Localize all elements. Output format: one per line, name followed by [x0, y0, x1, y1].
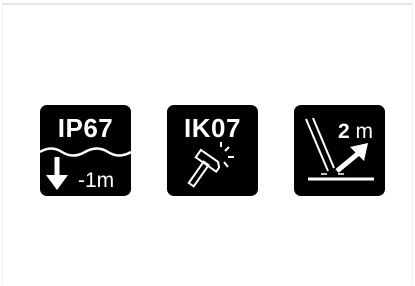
drop-test-badge: 2 m [294, 105, 385, 196]
drop-height-label: 2 m [338, 120, 374, 143]
down-arrow-icon [46, 157, 68, 190]
ip-rating-code: IP67 [57, 113, 114, 143]
ik07-badge: IK07 [167, 105, 258, 196]
canvas: IP67 -1m IK07 2 m [2, 3, 413, 285]
ip-depth-label: -1m [78, 169, 115, 192]
ip67-badge: IP67 -1m [40, 105, 131, 196]
drop-test-icon [305, 117, 374, 181]
up-arrow-icon [335, 143, 368, 173]
ik-rating-code: IK07 [184, 113, 241, 143]
